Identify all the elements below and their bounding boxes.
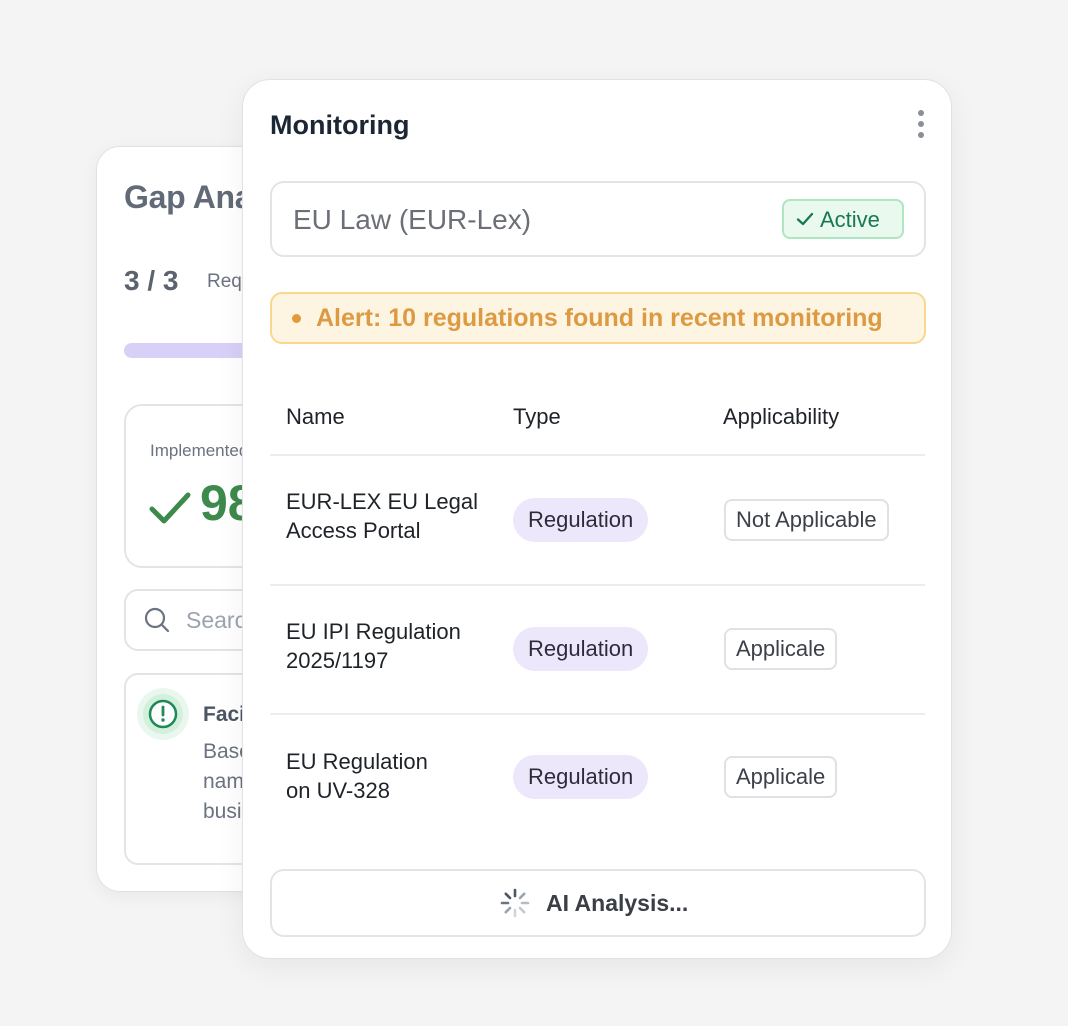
spinner-icon — [500, 888, 530, 918]
column-header-name: Name — [286, 404, 345, 429]
regulation-name: EUR-LEX EU Legal Access Portal — [286, 489, 478, 543]
implemented-stat-label: Implemented — [150, 441, 249, 460]
monitoring-title: Monitoring — [270, 110, 410, 140]
alert-dot-icon — [292, 314, 301, 323]
search-icon — [144, 607, 170, 633]
ai-analysis-label: AI Analysis... — [546, 890, 689, 916]
column-header-applicability: Applicability — [723, 404, 840, 429]
source-field[interactable]: EU Law (EUR-Lex) Active — [270, 181, 926, 257]
type-badge: Regulation — [513, 498, 649, 542]
applicability-badge[interactable]: Not Applicable — [724, 499, 889, 541]
status-badge: Active — [782, 199, 904, 239]
monitoring-card: Monitoring EU Law (EUR-Lex) Active Alert… — [242, 79, 952, 959]
table-row[interactable]: EU IPI Regulation 2025/1197 Regulation A… — [270, 586, 925, 715]
ai-analysis-button[interactable]: AI Analysis... — [270, 869, 926, 937]
more-vertical-icon[interactable] — [909, 108, 933, 142]
status-badge-label: Active — [820, 207, 880, 232]
applicability-badge[interactable]: Applicale — [724, 756, 838, 798]
regulation-name: EU IPI Regulation 2025/1197 — [286, 619, 461, 673]
source-name: EU Law (EUR-Lex) — [293, 204, 532, 235]
regulation-name: EU Regulation on UV-328 — [286, 749, 428, 803]
type-badge: Regulation — [513, 755, 649, 799]
type-badge: Regulation — [513, 627, 649, 671]
check-icon — [149, 492, 191, 524]
requirements-count: 3 / 3 — [124, 265, 179, 296]
alert-banner: Alert: 10 regulations found in recent mo… — [270, 292, 926, 344]
check-icon — [796, 212, 814, 226]
table-row[interactable]: EU Regulation on UV-328 Regulation Appli… — [270, 715, 925, 844]
column-header-type: Type — [513, 404, 561, 429]
alert-text: Alert: 10 regulations found in recent mo… — [316, 304, 883, 332]
warning-circle-icon — [137, 688, 189, 740]
table-row[interactable]: EUR-LEX EU Legal Access Portal Regulatio… — [270, 456, 925, 585]
applicability-badge[interactable]: Applicale — [724, 628, 838, 670]
